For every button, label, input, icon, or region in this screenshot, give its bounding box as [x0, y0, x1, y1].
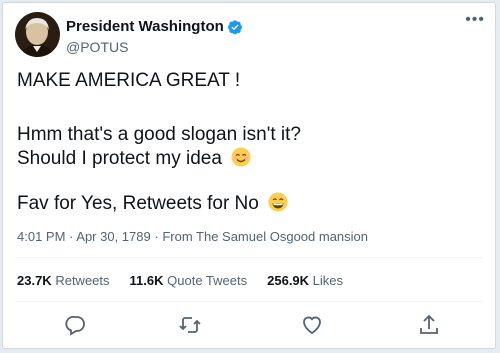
tweet-line-4-text: Fav for Yes, Retweets for No — [17, 193, 259, 214]
quote-tweets-label: Quote Tweets — [167, 273, 248, 288]
quote-tweets-count: 11.6K — [129, 273, 164, 288]
more-options-icon[interactable]: ••• — [465, 11, 485, 29]
likes-count: 256.9K — [267, 273, 310, 288]
likes-stat[interactable]: 256.9K Likes — [267, 273, 343, 288]
tweet-line-3: Should I protect my idea — [17, 147, 251, 170]
tweet-line-4: Fav for Yes, Retweets for No — [17, 192, 288, 215]
avatar[interactable] — [15, 12, 60, 57]
tweet-line-1: MAKE AMERICA GREAT ! — [17, 70, 241, 91]
tweet-line-2: Hmm that's a good slogan isn't it? — [17, 124, 301, 145]
divider — [15, 301, 483, 302]
tweet-card: President Washington @POTUS ••• MAKE AME… — [2, 2, 496, 349]
tweet-meta: 4:01 PM · Apr 30, 1789 · From The Samuel… — [17, 229, 368, 244]
likes-label: Likes — [312, 273, 344, 288]
retweets-count: 23.7K — [17, 273, 52, 288]
tweet-stats: 23.7K Retweets 11.6K Quote Tweets 256.9K… — [17, 273, 363, 288]
smiling-face-icon — [231, 147, 251, 167]
retweets-stat[interactable]: 23.7K Retweets — [17, 273, 110, 288]
quote-tweets-stat[interactable]: 11.6K Quote Tweets — [130, 273, 248, 288]
divider — [15, 257, 483, 258]
tweet-source: From The Samuel Osgood mansion — [162, 229, 369, 244]
grinning-face-icon — [268, 192, 288, 212]
retweet-icon[interactable] — [178, 313, 202, 337]
display-name[interactable]: President Washington — [66, 18, 224, 35]
retweets-label: Retweets — [55, 273, 110, 288]
share-icon[interactable] — [417, 313, 441, 337]
user-handle[interactable]: @POTUS — [66, 39, 128, 55]
verified-badge-icon — [227, 19, 242, 34]
tweet-time[interactable]: 4:01 PM — [17, 229, 65, 244]
tweet-date[interactable]: Apr 30, 1789 — [76, 229, 150, 244]
reply-icon[interactable] — [63, 313, 87, 337]
like-icon[interactable] — [300, 313, 324, 337]
tweet-line-3-text: Should I protect my idea — [17, 148, 222, 169]
action-bar — [3, 313, 495, 337]
